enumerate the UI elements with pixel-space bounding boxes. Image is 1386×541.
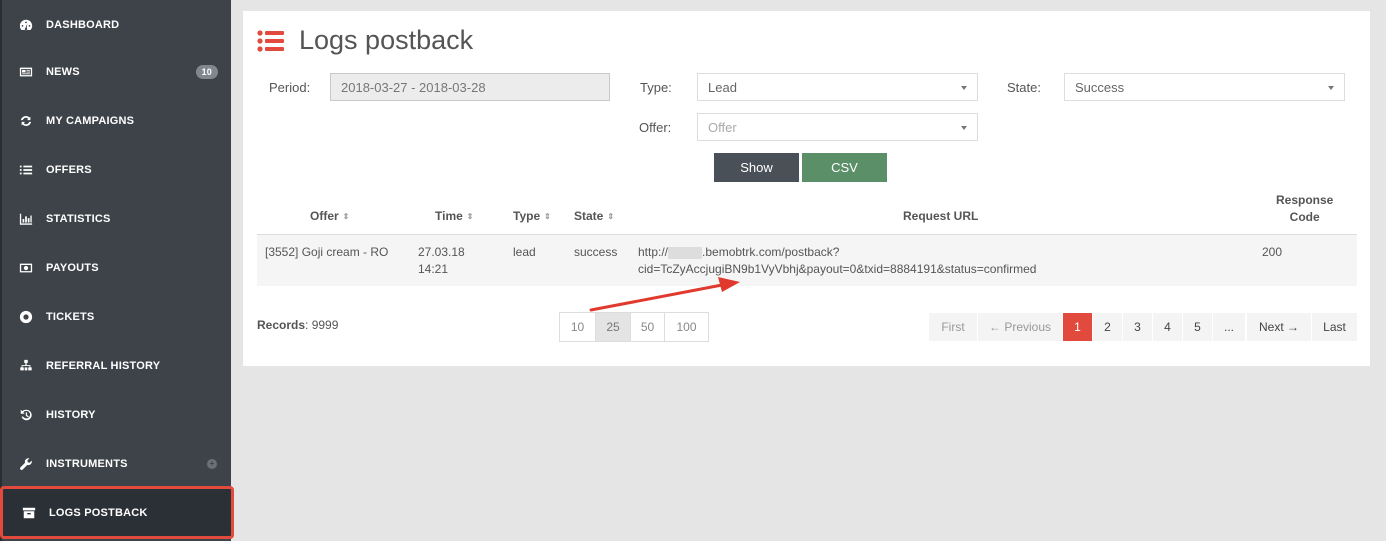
cell-state: success <box>574 245 618 259</box>
sidebar-item-tickets[interactable]: TICKETS <box>0 292 231 341</box>
sidebar-item-label: OFFERS <box>46 163 92 176</box>
lifebuoy-icon <box>18 310 34 324</box>
sidebar-item-offers[interactable]: OFFERS <box>0 145 231 194</box>
pagination-first[interactable]: First <box>929 313 977 341</box>
sidebar-item-label: TICKETS <box>46 310 95 323</box>
pagination-ellipsis: ... <box>1213 313 1245 341</box>
period-label: Period: <box>269 80 311 95</box>
sidebar-item-dashboard[interactable]: DASHBOARD <box>0 0 231 49</box>
cell-offer: [3552] Goji cream - RO <box>265 245 389 259</box>
cell-request-url: http://.bemobtrk.com/postback? cid=TcZyA… <box>638 245 1037 276</box>
sidebar-item-instruments[interactable]: INSTRUMENTS + <box>0 439 231 488</box>
sidebar-item-logs-postback[interactable]: LOGS POSTBACK <box>0 486 234 539</box>
sitemap-icon <box>18 359 34 373</box>
state-label: State: <box>1007 80 1041 95</box>
list-icon <box>18 163 34 177</box>
sort-icon: ⇕ <box>342 212 350 222</box>
period-value: 2018-03-27 - 2018-03-28 <box>341 79 486 95</box>
sort-icon: ⇕ <box>607 212 615 222</box>
sidebar-item-label: STATISTICS <box>46 212 111 225</box>
page-size-10[interactable]: 10 <box>559 312 596 342</box>
archive-icon <box>21 506 37 520</box>
sidebar-item-statistics[interactable]: STATISTICS <box>0 194 231 243</box>
pagination-last[interactable]: Last <box>1312 313 1357 341</box>
list-icon <box>257 29 284 52</box>
sidebar-item-label: NEWS <box>46 65 80 78</box>
sidebar-item-label: MY CAMPAIGNS <box>46 114 135 127</box>
news-count-badge: 10 <box>195 64 218 79</box>
offer-select[interactable]: Offer <box>697 113 978 141</box>
sidebar-item-label: LOGS POSTBACK <box>49 506 148 519</box>
newspaper-icon <box>18 65 34 79</box>
cell-time: 27.03.18 14:21 <box>418 245 465 276</box>
th-offer[interactable]: Offer ⇕ <box>310 209 349 223</box>
sidebar-item-news[interactable]: NEWS 10 <box>0 47 231 96</box>
state-value: Success <box>1075 79 1125 95</box>
money-icon <box>18 261 34 275</box>
sort-icon: ⇕ <box>544 212 551 222</box>
sidebar-item-label: DASHBOARD <box>46 18 120 31</box>
sidebar-item-payouts[interactable]: PAYOUTS <box>0 243 231 292</box>
period-input[interactable]: 2018-03-27 - 2018-03-28 <box>330 73 610 101</box>
offer-label: Offer: <box>639 120 672 135</box>
pagination-page-3[interactable]: 3 <box>1123 313 1152 341</box>
page-header: Logs postback <box>257 25 473 56</box>
sidebar-item-referral-history[interactable]: REFERRAL HISTORY <box>0 341 231 390</box>
sidebar-item-label: HISTORY <box>46 408 96 421</box>
sidebar-item-history[interactable]: HISTORY <box>0 390 231 439</box>
sidebar-item-label: INSTRUMENTS <box>46 457 128 470</box>
caret-down-icon <box>1328 86 1334 90</box>
type-value: Lead <box>708 79 737 95</box>
sort-icon: ⇕ <box>466 212 474 222</box>
th-state[interactable]: State ⇕ <box>574 209 614 223</box>
offer-placeholder: Offer <box>708 119 737 135</box>
cell-response-code: 200 <box>1262 245 1283 259</box>
page-size-100[interactable]: 100 <box>664 312 709 342</box>
page-size-50[interactable]: 50 <box>630 312 665 342</box>
records-count: Records: 9999 <box>257 318 339 332</box>
pagination-page-4[interactable]: 4 <box>1153 313 1182 341</box>
pagination-page-5[interactable]: 5 <box>1183 313 1212 341</box>
pagination-page-1[interactable]: 1 <box>1063 313 1092 341</box>
th-time[interactable]: Time ⇕ <box>435 209 474 223</box>
caret-down-icon <box>961 86 967 90</box>
dashboard-icon <box>18 18 34 32</box>
history-icon <box>18 408 34 422</box>
state-select[interactable]: Success <box>1064 73 1345 101</box>
csv-button[interactable]: CSV <box>802 153 887 182</box>
page-size-25[interactable]: 25 <box>595 312 631 342</box>
sidebar-item-label: REFERRAL HISTORY <box>46 359 161 372</box>
th-request-url: Request URL <box>903 209 979 223</box>
refresh-icon <box>18 114 34 128</box>
sidebar: DASHBOARD NEWS 10 MY CAMPAIGNS OFFERS ST… <box>0 0 234 541</box>
pagination-page-2[interactable]: 2 <box>1093 313 1122 341</box>
wrench-icon <box>18 457 34 471</box>
bar-chart-icon <box>18 212 34 226</box>
pagination-next[interactable]: Next → <box>1247 313 1311 341</box>
type-select[interactable]: Lead <box>697 73 978 101</box>
expand-icon[interactable]: + <box>207 458 217 469</box>
pagination-previous[interactable]: ← Previous <box>978 313 1062 341</box>
type-label: Type: <box>640 80 672 95</box>
main-panel: Logs postback Period: 2018-03-27 - 2018-… <box>243 11 1370 366</box>
sidebar-item-label: PAYOUTS <box>46 261 99 274</box>
th-type[interactable]: Type ⇕ <box>513 209 551 223</box>
cell-type: lead <box>513 245 536 259</box>
caret-down-icon <box>961 126 967 130</box>
redacted-domain <box>668 246 703 259</box>
show-button[interactable]: Show <box>714 153 799 182</box>
th-response-code: Response Code <box>1276 193 1334 224</box>
sidebar-item-my-campaigns[interactable]: MY CAMPAIGNS <box>0 96 231 145</box>
page-title: Logs postback <box>299 25 474 55</box>
